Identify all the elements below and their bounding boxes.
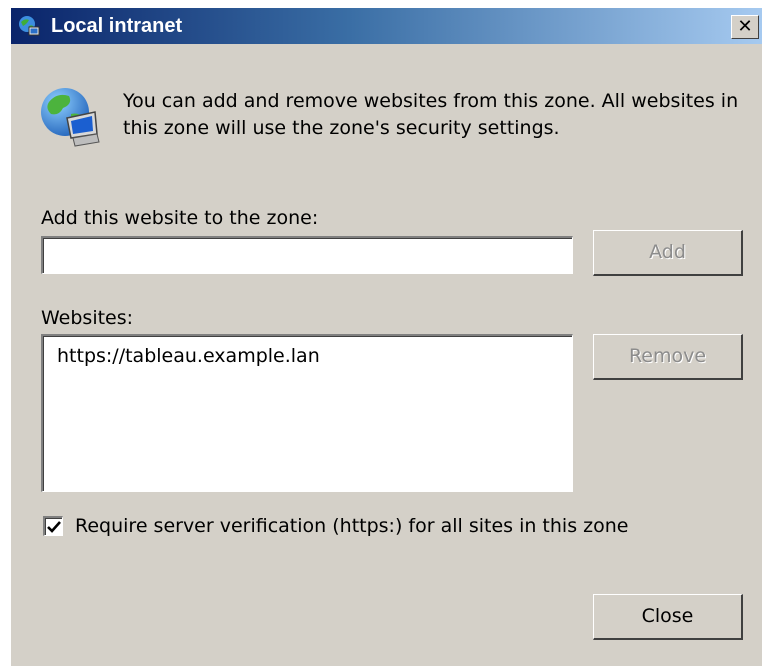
remove-button[interactable]: Remove [593, 334, 743, 380]
require-verification-checkbox[interactable] [43, 516, 63, 536]
intro-text: You can add and remove websites from thi… [123, 90, 739, 139]
add-website-input[interactable] [41, 236, 573, 274]
title-bar[interactable]: Local intranet ✕ [11, 8, 762, 44]
require-verification-label[interactable]: Require server verification (https:) for… [75, 514, 628, 538]
websites-label: Websites: [41, 307, 134, 329]
add-website-label: Add this website to the zone: [41, 207, 319, 229]
checkmark-icon [47, 521, 61, 533]
zone-globe-icon [17, 14, 41, 38]
close-window-button[interactable]: ✕ [731, 15, 759, 39]
globe-computer-icon [39, 86, 101, 148]
websites-list[interactable]: https://tableau.example.lan [41, 334, 573, 492]
add-button[interactable]: Add [593, 230, 743, 276]
list-item[interactable]: https://tableau.example.lan [57, 344, 320, 368]
close-icon: ✕ [737, 16, 753, 37]
close-button[interactable]: Close [593, 594, 743, 640]
dialog-title: Local intranet [51, 15, 183, 37]
local-intranet-dialog: Local intranet ✕ You can add and remove … [10, 8, 762, 666]
